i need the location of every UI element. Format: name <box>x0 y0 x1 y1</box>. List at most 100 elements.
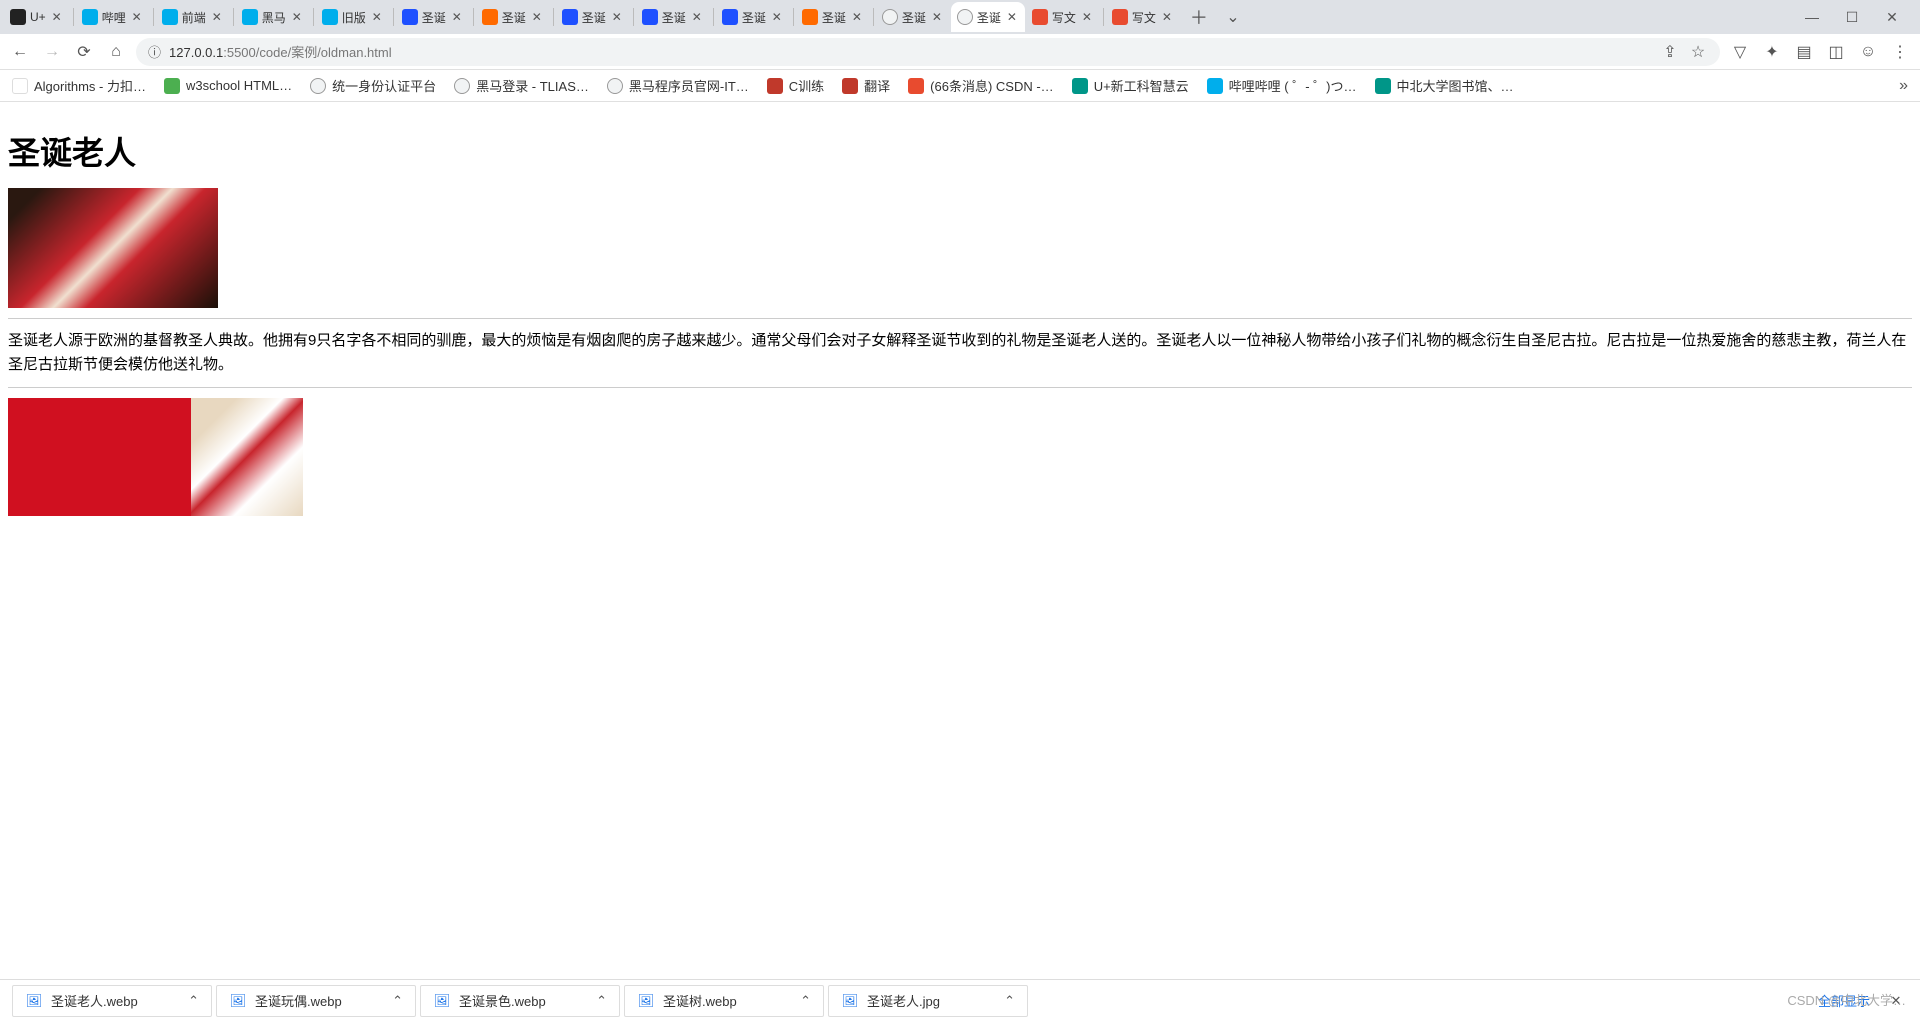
tab-favicon-icon <box>10 9 26 25</box>
tab-favicon-icon <box>562 9 578 25</box>
chevron-up-icon[interactable]: ⌃ <box>800 993 811 1009</box>
download-item[interactable]: 🖼 圣诞玩偶.webp ⌃ <box>216 985 416 1017</box>
tab-close-icon[interactable]: ✕ <box>770 10 784 24</box>
santa-image-2 <box>8 398 303 516</box>
browser-tab[interactable]: 写文 ✕ <box>1106 2 1180 32</box>
download-item[interactable]: 🖼 圣诞老人.jpg ⌃ <box>828 985 1028 1017</box>
profile-icon[interactable]: ☺ <box>1856 40 1880 64</box>
share-icon[interactable]: ⇪ <box>1660 42 1680 62</box>
reload-button[interactable]: ⟳ <box>72 40 96 64</box>
bookmarks-overflow-icon[interactable]: » <box>1899 77 1908 95</box>
new-tab-button[interactable]: ＋ <box>1185 3 1213 31</box>
extensions-icon[interactable]: ✦ <box>1760 40 1784 64</box>
page-paragraph: 圣诞老人源于欧洲的基督教圣人典故。他拥有9只名字各不相同的驯鹿，最大的烦恼是有烟… <box>8 329 1912 377</box>
browser-tab[interactable]: 旧版 ✕ <box>316 2 390 32</box>
bookmark-favicon-icon <box>1072 78 1088 94</box>
back-button[interactable]: ← <box>8 40 32 64</box>
browser-tab[interactable]: U+ ✕ <box>4 2 70 32</box>
tab-title: 哔哩 <box>102 9 126 26</box>
tab-dropdown-button[interactable]: ⌄ <box>1221 7 1245 27</box>
browser-tab[interactable]: 黑马 ✕ <box>236 2 310 32</box>
page-heading: 圣诞老人 <box>8 128 1912 174</box>
file-icon: 🖼 <box>841 992 859 1010</box>
bookmark-favicon-icon <box>607 78 623 94</box>
tab-close-icon[interactable]: ✕ <box>850 10 864 24</box>
bookmark-item[interactable]: w3school HTML… <box>164 78 292 94</box>
bookmark-favicon-icon <box>908 78 924 94</box>
tab-close-icon[interactable]: ✕ <box>530 10 544 24</box>
tab-title: 圣诞 <box>822 9 846 26</box>
maximize-button[interactable]: ☐ <box>1836 3 1868 31</box>
chevron-up-icon[interactable]: ⌃ <box>392 993 403 1009</box>
tab-close-icon[interactable]: ✕ <box>1080 10 1094 24</box>
tab-close-icon[interactable]: ✕ <box>210 10 224 24</box>
browser-tab[interactable]: 圣诞 ✕ <box>476 2 550 32</box>
chevron-up-icon[interactable]: ⌃ <box>188 993 199 1009</box>
tab-close-icon[interactable]: ✕ <box>290 10 304 24</box>
page-content: 圣诞老人 圣诞老人源于欧洲的基督教圣人典故。他拥有9只名字各不相同的驯鹿，最大的… <box>0 102 1920 524</box>
bookmark-star-icon[interactable]: ☆ <box>1688 42 1708 62</box>
bookmark-label: U+新工科智慧云 <box>1094 76 1189 95</box>
tab-title: 写文 <box>1052 9 1076 26</box>
minimize-button[interactable]: — <box>1796 3 1828 31</box>
chevron-up-icon[interactable]: ⌃ <box>1004 993 1015 1009</box>
download-item[interactable]: 🖼 圣诞树.webp ⌃ <box>624 985 824 1017</box>
close-window-button[interactable]: ✕ <box>1876 3 1908 31</box>
browser-tab[interactable]: 哔哩 ✕ <box>76 2 150 32</box>
menu-icon[interactable]: ⋮ <box>1888 40 1912 64</box>
tab-close-icon[interactable]: ✕ <box>930 10 944 24</box>
bookmark-item[interactable]: 翻译 <box>842 76 890 95</box>
tab-favicon-icon <box>482 9 498 25</box>
tab-close-icon[interactable]: ✕ <box>1160 10 1174 24</box>
bookmark-label: 哔哩哔哩 ( ゜- ゜)つ… <box>1229 76 1357 95</box>
tab-close-icon[interactable]: ✕ <box>1005 10 1019 24</box>
browser-tab[interactable]: 前端 ✕ <box>156 2 230 32</box>
browser-tab[interactable]: 圣诞 ✕ <box>716 2 790 32</box>
bookmark-item[interactable]: Algorithms - 力扣… <box>12 76 146 95</box>
tab-close-icon[interactable]: ✕ <box>370 10 384 24</box>
bookmark-label: 统一身份认证平台 <box>332 76 436 95</box>
tab-close-icon[interactable]: ✕ <box>130 10 144 24</box>
tab-title: 圣诞 <box>582 9 606 26</box>
bookmark-favicon-icon <box>12 78 28 94</box>
browser-tab[interactable]: 圣诞 ✕ <box>396 2 470 32</box>
reading-list-icon[interactable]: ◫ <box>1824 40 1848 64</box>
browser-tab[interactable]: 写文 ✕ <box>1026 2 1100 32</box>
extension-1-icon[interactable]: ▽ <box>1728 40 1752 64</box>
bookmark-item[interactable]: 中北大学图书馆、… <box>1375 76 1514 95</box>
download-filename: 圣诞老人.jpg <box>867 991 996 1010</box>
browser-tab[interactable]: 圣诞 ✕ <box>876 2 950 32</box>
tab-title: 前端 <box>182 9 206 26</box>
bookmark-item[interactable]: 黑马登录 - TLIAS… <box>454 76 589 95</box>
tab-title: 圣诞 <box>977 9 1001 26</box>
site-info-icon[interactable]: ⓘ <box>148 42 161 61</box>
forward-button[interactable]: → <box>40 40 64 64</box>
browser-tab[interactable]: 圣诞 ✕ <box>556 2 630 32</box>
tab-favicon-icon <box>402 9 418 25</box>
browser-tab[interactable]: 圣诞 ✕ <box>636 2 710 32</box>
bookmark-item[interactable]: U+新工科智慧云 <box>1072 76 1189 95</box>
bookmark-favicon-icon <box>842 78 858 94</box>
download-filename: 圣诞景色.webp <box>459 991 588 1010</box>
bookmark-item[interactable]: 哔哩哔哩 ( ゜- ゜)つ… <box>1207 76 1357 95</box>
bookmark-item[interactable]: 黑马程序员官网-IT… <box>607 76 749 95</box>
tab-title: 圣诞 <box>502 9 526 26</box>
home-button[interactable]: ⌂ <box>104 40 128 64</box>
sidepanel-icon[interactable]: ▤ <box>1792 40 1816 64</box>
bookmark-item[interactable]: C训练 <box>767 76 824 95</box>
bookmark-label: 黑马程序员官网-IT… <box>629 76 749 95</box>
tab-close-icon[interactable]: ✕ <box>50 10 64 24</box>
download-item[interactable]: 🖼 圣诞老人.webp ⌃ <box>12 985 212 1017</box>
chevron-up-icon[interactable]: ⌃ <box>596 993 607 1009</box>
bookmark-item[interactable]: (66条消息) CSDN -… <box>908 76 1054 95</box>
address-input[interactable]: ⓘ 127.0.0.1:5500/code/案例/oldman.html ⇪ ☆ <box>136 38 1720 66</box>
tab-close-icon[interactable]: ✕ <box>690 10 704 24</box>
browser-tab[interactable]: 圣诞 ✕ <box>951 2 1025 32</box>
tab-close-icon[interactable]: ✕ <box>610 10 624 24</box>
tab-favicon-icon <box>1032 9 1048 25</box>
browser-tab[interactable]: 圣诞 ✕ <box>796 2 870 32</box>
download-item[interactable]: 🖼 圣诞景色.webp ⌃ <box>420 985 620 1017</box>
tab-close-icon[interactable]: ✕ <box>450 10 464 24</box>
bookmark-item[interactable]: 统一身份认证平台 <box>310 76 436 95</box>
file-icon: 🖼 <box>25 992 43 1010</box>
